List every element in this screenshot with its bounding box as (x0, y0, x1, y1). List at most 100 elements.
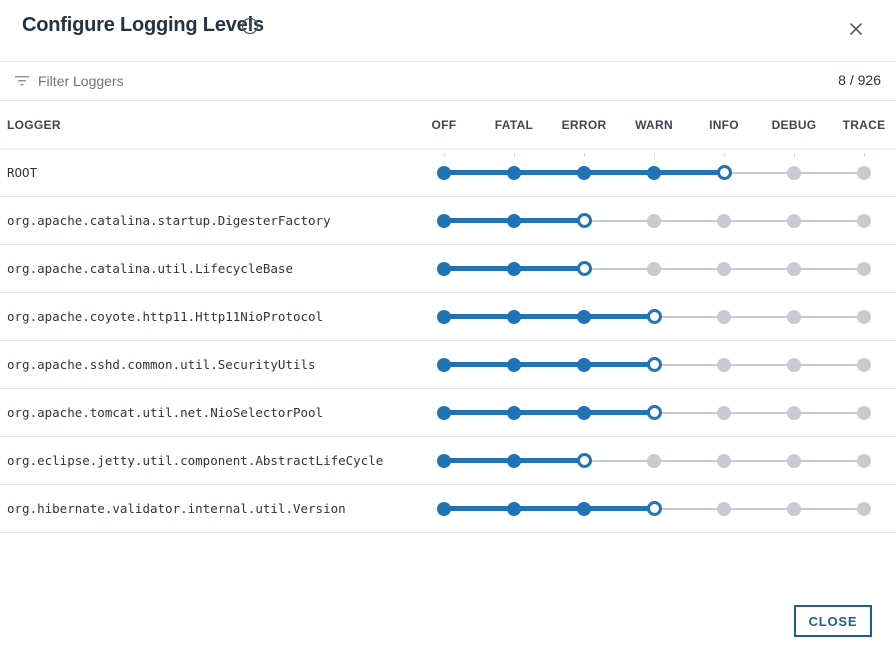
level-stop-error[interactable] (577, 406, 591, 420)
level-stop-off[interactable] (437, 262, 451, 276)
level-stop-info[interactable] (717, 406, 731, 420)
level-header-fatal: FATAL (494, 118, 534, 132)
level-stop-fatal[interactable] (507, 214, 521, 228)
level-stop-off[interactable] (437, 406, 451, 420)
logger-row: org.apache.coyote.http11.Http11NioProtoc… (0, 293, 896, 341)
slider-fill (444, 362, 654, 367)
level-stop-warn[interactable] (646, 309, 662, 324)
filter-bar: 8 / 926 (0, 62, 896, 100)
logger-name: ROOT (7, 165, 38, 180)
level-stop-trace[interactable] (857, 310, 871, 324)
level-stop-off[interactable] (437, 166, 451, 180)
level-stop-error[interactable] (576, 453, 592, 468)
level-stop-off[interactable] (437, 454, 451, 468)
level-stop-warn[interactable] (647, 166, 661, 180)
logger-name: org.apache.sshd.common.util.SecurityUtil… (7, 357, 316, 372)
level-stop-off[interactable] (437, 502, 451, 516)
logger-name: org.apache.tomcat.util.net.NioSelectorPo… (7, 405, 324, 420)
level-stop-debug[interactable] (787, 214, 801, 228)
level-stop-error[interactable] (577, 310, 591, 324)
level-stop-debug[interactable] (787, 454, 801, 468)
logger-row: org.apache.tomcat.util.net.NioSelectorPo… (0, 389, 896, 437)
level-stop-fatal[interactable] (507, 406, 521, 420)
logger-column-header: LOGGER (7, 118, 61, 132)
level-stop-trace[interactable] (857, 214, 871, 228)
level-stop-warn[interactable] (647, 262, 661, 276)
logger-row: org.apache.catalina.util.LifecycleBase (0, 245, 896, 293)
level-slider[interactable] (430, 207, 878, 235)
level-stop-debug[interactable] (787, 310, 801, 324)
filter-loggers-input[interactable] (38, 70, 638, 92)
slider-fill (444, 314, 654, 319)
level-stop-fatal[interactable] (507, 310, 521, 324)
filter-divider (0, 100, 896, 101)
level-stop-off[interactable] (437, 214, 451, 228)
level-stop-warn[interactable] (646, 501, 662, 516)
level-stop-error[interactable] (577, 166, 591, 180)
level-stop-trace[interactable] (857, 358, 871, 372)
level-stop-trace[interactable] (857, 502, 871, 516)
level-stop-error[interactable] (577, 502, 591, 516)
level-slider[interactable] (430, 153, 878, 187)
level-stop-fatal[interactable] (507, 166, 521, 180)
level-stop-info[interactable] (717, 262, 731, 276)
level-stop-off[interactable] (437, 358, 451, 372)
info-icon[interactable] (241, 17, 259, 35)
level-stop-warn[interactable] (647, 214, 661, 228)
level-slider[interactable] (430, 255, 878, 283)
level-stop-info[interactable] (717, 358, 731, 372)
level-slider[interactable] (430, 495, 878, 523)
level-slider[interactable] (430, 351, 878, 379)
level-header-off: OFF (431, 118, 457, 132)
level-tick (444, 153, 445, 157)
logger-row: org.apache.catalina.startup.DigesterFact… (0, 197, 896, 245)
slider-fill (444, 506, 654, 511)
level-stop-trace[interactable] (857, 454, 871, 468)
level-stop-debug[interactable] (787, 406, 801, 420)
dialog-header: Configure Logging Levels (0, 0, 896, 62)
logger-name: org.eclipse.jetty.util.component.Abstrac… (7, 453, 384, 468)
logger-name: org.hibernate.validator.internal.util.Ve… (7, 501, 346, 516)
level-stop-warn[interactable] (646, 405, 662, 420)
level-stop-error[interactable] (577, 358, 591, 372)
logger-row: org.hibernate.validator.internal.util.Ve… (0, 485, 896, 533)
level-stop-fatal[interactable] (507, 454, 521, 468)
level-stop-error[interactable] (576, 261, 592, 276)
level-stop-trace[interactable] (857, 262, 871, 276)
level-stop-info[interactable] (716, 165, 732, 180)
logger-name: org.apache.coyote.http11.Http11NioProtoc… (7, 309, 324, 324)
level-stop-off[interactable] (437, 310, 451, 324)
level-stop-debug[interactable] (787, 262, 801, 276)
level-stop-debug[interactable] (787, 358, 801, 372)
level-stop-info[interactable] (717, 502, 731, 516)
level-stop-fatal[interactable] (507, 262, 521, 276)
level-stop-trace[interactable] (857, 166, 871, 180)
level-stop-info[interactable] (717, 310, 731, 324)
level-header-warn: WARN (635, 118, 673, 132)
close-button[interactable]: CLOSE (794, 605, 872, 637)
level-stop-fatal[interactable] (507, 358, 521, 372)
level-tick (794, 153, 795, 157)
level-slider[interactable] (430, 447, 878, 475)
close-icon[interactable] (847, 20, 865, 38)
level-stop-error[interactable] (576, 213, 592, 228)
level-stop-debug[interactable] (787, 166, 801, 180)
slider-fill (444, 410, 654, 415)
logger-row: ROOT (0, 149, 896, 197)
level-tick (584, 153, 585, 157)
filter-icon (15, 76, 29, 86)
level-stop-warn[interactable] (647, 454, 661, 468)
level-stop-trace[interactable] (857, 406, 871, 420)
level-stop-info[interactable] (717, 214, 731, 228)
dialog-title: Configure Logging Levels (22, 14, 264, 36)
level-slider[interactable] (430, 303, 878, 331)
logger-row: org.apache.sshd.common.util.SecurityUtil… (0, 341, 896, 389)
level-stop-info[interactable] (717, 454, 731, 468)
level-stop-debug[interactable] (787, 502, 801, 516)
level-slider[interactable] (430, 399, 878, 427)
level-stop-fatal[interactable] (507, 502, 521, 516)
level-header-trace: TRACE (842, 118, 886, 132)
level-header-debug: DEBUG (771, 118, 817, 132)
level-stop-warn[interactable] (646, 357, 662, 372)
logger-count: 8 / 926 (838, 72, 881, 88)
